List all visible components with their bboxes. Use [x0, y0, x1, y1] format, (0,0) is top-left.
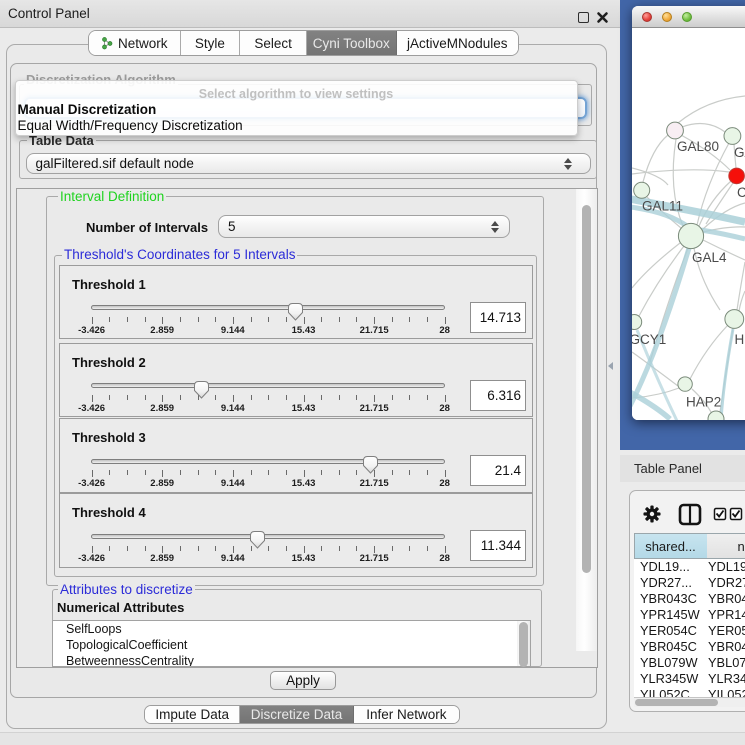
svg-text:CR: CR	[737, 185, 745, 200]
svg-text:HAP2: HAP2	[686, 395, 721, 410]
svg-text:GAL: GAL	[734, 145, 745, 160]
svg-text:GAL11: GAL11	[642, 199, 683, 214]
svg-text:GCY1: GCY1	[632, 332, 666, 347]
svg-text:HIS: HIS	[735, 332, 745, 347]
svg-text:GAL4: GAL4	[692, 250, 727, 265]
svg-text:GAL80: GAL80	[677, 139, 719, 154]
